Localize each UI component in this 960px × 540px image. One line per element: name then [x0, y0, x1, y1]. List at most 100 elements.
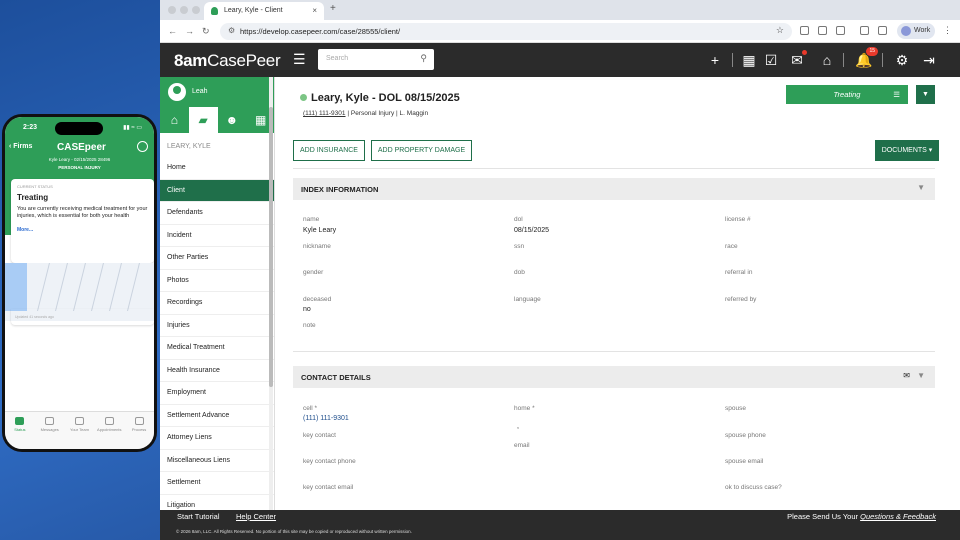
forward-icon[interactable]: →: [185, 26, 194, 36]
phone-card-more-link[interactable]: More...: [17, 227, 148, 233]
add-insurance-button[interactable]: ADD INSURANCE: [293, 140, 365, 161]
logout-icon[interactable]: ⇥: [920, 51, 938, 69]
people-icon[interactable]: ☻: [218, 107, 247, 133]
sidebar-item-home[interactable]: Home: [160, 157, 274, 180]
sidebar-user-panel: Leah ⌂ ▰ ☻ ▦: [160, 77, 274, 133]
sidebar-item-attorney-liens[interactable]: Attorney Liens: [160, 427, 274, 450]
cell-value[interactable]: (111) 111-9301: [303, 415, 349, 422]
user-avatar-icon[interactable]: [168, 83, 186, 101]
address-bar[interactable]: ⚙ https://develop.casepeer.com/case/2855…: [220, 23, 792, 40]
reload-icon[interactable]: ↻: [202, 26, 210, 37]
status-icon: [15, 417, 25, 425]
app-footer: Start Tutorial Help Center Please Send U…: [160, 510, 960, 540]
collapse-caret-icon[interactable]: ▼: [917, 371, 925, 380]
sidebar-item-incident[interactable]: Incident: [160, 225, 274, 247]
meta-separator: |: [396, 110, 398, 117]
add-icon[interactable]: +: [706, 51, 724, 69]
logo-text: CasePeer: [207, 51, 281, 70]
license-label: license #: [725, 216, 751, 223]
phone-tab-messages[interactable]: Messages: [36, 417, 64, 449]
sidebar-item-employment[interactable]: Employment: [160, 382, 274, 405]
settings-gear-icon[interactable]: ⚙: [893, 51, 911, 69]
profile-button[interactable]: Work: [897, 23, 935, 39]
start-tutorial-link[interactable]: Start Tutorial: [177, 512, 220, 521]
status-dropdown-button[interactable]: ▼: [916, 85, 935, 104]
casepeer-logo[interactable]: 8amCasePeer: [174, 51, 281, 71]
referral-in-label: referral in: [725, 269, 753, 276]
browser-tab[interactable]: Leary, Kyle - Client ×: [204, 2, 324, 20]
cell-label: cell *: [303, 405, 318, 412]
sidebar-item-client[interactable]: Client: [160, 179, 274, 202]
email-client-icon[interactable]: ✉: [903, 371, 910, 380]
tab-search-icon[interactable]: [860, 26, 869, 35]
extension-icon[interactable]: [818, 26, 827, 35]
team-icon: [74, 417, 84, 425]
new-tab-button[interactable]: +: [330, 3, 336, 14]
phone-back-button[interactable]: ‹ Firms: [9, 143, 32, 150]
site-info-icon[interactable]: ⚙: [228, 26, 235, 35]
sidebar-item-medical-treatment[interactable]: Medical Treatment: [160, 337, 274, 360]
case-sidebar: Leah ⌂ ▰ ☻ ▦ LEARY, KYLE Home Client Def…: [160, 77, 275, 510]
sidebar-item-settlement-advance[interactable]: Settlement Advance: [160, 405, 274, 427]
phone-tab-status[interactable]: Status: [6, 417, 34, 449]
sidebar-item-settlement[interactable]: Settlement: [160, 472, 274, 495]
add-property-damage-button[interactable]: ADD PROPERTY DAMAGE: [371, 140, 472, 161]
calendar-icon: [104, 417, 114, 425]
contact-details-header[interactable]: CONTACT DETAILS ✉ ▼: [293, 366, 935, 388]
tasks-check-icon[interactable]: ☑: [762, 51, 780, 69]
questions-feedback-link[interactable]: Questions & Feedback: [860, 512, 936, 521]
sidebar-item-photos[interactable]: Photos: [160, 270, 274, 292]
mail-icon[interactable]: ✉: [788, 50, 807, 69]
sidebar-item-other-parties[interactable]: Other Parties: [160, 247, 274, 270]
phone-updated-text: Updated 41 seconds ago: [15, 315, 54, 319]
sidebar-item-recordings[interactable]: Recordings: [160, 292, 274, 315]
home-icon[interactable]: ⌂: [160, 107, 189, 133]
phone-case-line: Kyle Leary - 02/15/2025 28496: [48, 157, 111, 162]
browser-tab-strip: Leary, Kyle - Client × +: [160, 0, 960, 20]
sidebar-item-health-insurance[interactable]: Health Insurance: [160, 360, 274, 382]
nickname-label: nickname: [303, 243, 331, 250]
ssn-label: ssn: [514, 243, 525, 250]
help-center-link[interactable]: Help Center: [236, 512, 276, 521]
name-value: Kyle Leary: [303, 227, 337, 234]
phone-tab-label: Process: [131, 427, 147, 432]
sidebar-item-misc-liens[interactable]: Miscellaneous Liens: [160, 450, 274, 472]
phone-tab-process[interactable]: Process: [125, 417, 153, 449]
phone-tab-team[interactable]: Your Team: [65, 417, 93, 449]
phone-tab-appointments[interactable]: Appointments: [95, 417, 123, 449]
browser-menu-icon[interactable]: ⋮: [943, 25, 952, 36]
window-minimize-button[interactable]: [180, 6, 188, 14]
hamburger-menu-icon[interactable]: ☰: [293, 51, 306, 68]
documents-button[interactable]: DOCUMENTS ▾: [875, 140, 939, 161]
download-icon[interactable]: [878, 26, 887, 35]
window-zoom-button[interactable]: [192, 6, 200, 14]
profile-avatar: [901, 26, 911, 36]
sidebar-item-defendants[interactable]: Defendants: [160, 202, 274, 225]
sidebar-client-name: LEARY, KYLE: [167, 143, 211, 150]
notifications-bell-icon[interactable]: 🔔 15: [855, 47, 878, 69]
calendar-icon[interactable]: ▦: [740, 51, 758, 69]
folder-icon[interactable]: ▰: [188, 107, 218, 133]
tab-close-icon[interactable]: ×: [312, 6, 317, 15]
bookmark-star-icon[interactable]: ☆: [776, 25, 784, 36]
index-information-header[interactable]: INDEX INFORMATION ▼: [293, 178, 935, 200]
sidebar-item-injuries[interactable]: Injuries: [160, 315, 274, 337]
search-icon[interactable]: ⚲: [420, 53, 427, 64]
back-icon[interactable]: ←: [168, 26, 177, 36]
inbox-icon[interactable]: ⌂: [818, 51, 836, 69]
extensions-puzzle-icon[interactable]: [836, 26, 845, 35]
case-status-button[interactable]: Treating ☰: [786, 85, 908, 104]
phone-tab-label: Messages: [40, 427, 59, 432]
logo-mark: 8am: [174, 51, 208, 70]
dol-label: dol: [514, 216, 523, 223]
sidebar-item-litigation[interactable]: Litigation: [160, 495, 274, 511]
extension-icon[interactable]: [800, 26, 809, 35]
url-text: https://develop.casepeer.com/case/28555/…: [240, 27, 401, 36]
window-close-button[interactable]: [168, 6, 176, 14]
sidebar-scrollbar[interactable]: [269, 77, 273, 510]
case-phone-link[interactable]: (111) 111-9301: [303, 110, 346, 117]
case-attorney: L. Maggin: [399, 110, 429, 117]
phone-profile-icon[interactable]: [137, 141, 148, 152]
collapse-caret-icon[interactable]: ▼: [917, 183, 925, 192]
search-input[interactable]: Search ⚲: [318, 49, 434, 70]
